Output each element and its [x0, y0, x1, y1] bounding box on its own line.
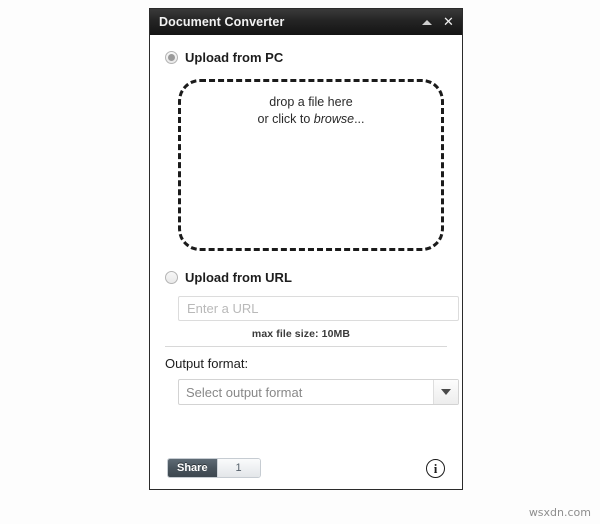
upload-from-url-label: Upload from URL: [185, 269, 292, 285]
collapse-button[interactable]: [420, 16, 433, 29]
output-format-select[interactable]: Select output format: [178, 379, 459, 405]
output-format-value: Select output format: [186, 384, 303, 400]
upload-from-pc-radio[interactable]: [165, 50, 178, 64]
window-body: Upload from PC drop a file here or click…: [150, 35, 462, 489]
watermark: wsxdn.com: [528, 506, 591, 519]
upload-from-pc-option[interactable]: Upload from PC: [165, 47, 447, 67]
share-count: 1: [216, 459, 260, 477]
window-controls: ✕: [420, 16, 455, 29]
output-format-dropdown-button[interactable]: [433, 380, 458, 404]
upload-from-pc-label: Upload from PC: [185, 49, 284, 65]
share-widget[interactable]: Share 1: [167, 458, 261, 478]
dropzone-browse-link[interactable]: browse: [314, 112, 354, 126]
upload-from-url-option[interactable]: Upload from URL: [165, 267, 447, 287]
dropzone-line-2-suffix: ...: [354, 112, 365, 126]
info-icon[interactable]: i: [426, 458, 445, 478]
section-divider: [165, 346, 447, 347]
chevron-down-icon: [441, 389, 451, 395]
upload-from-url-radio[interactable]: [165, 270, 178, 284]
max-file-size-note: max file size: 10MB: [251, 328, 351, 340]
window-footer: Share 1 i: [165, 447, 447, 489]
close-button[interactable]: ✕: [442, 16, 455, 29]
chevron-up-icon: [421, 19, 432, 25]
window-title: Document Converter: [159, 15, 285, 29]
output-format-label: Output format:: [165, 356, 249, 371]
document-converter-window: Document Converter ✕ Upload from PC drop…: [149, 8, 463, 490]
share-button[interactable]: Share: [168, 459, 217, 477]
dropzone-line-1: drop a file here: [269, 95, 353, 109]
close-icon: ✕: [443, 14, 454, 30]
window-titlebar: Document Converter ✕: [150, 9, 462, 35]
dropzone-line-2: or click to browse...: [181, 111, 441, 128]
file-dropzone[interactable]: drop a file here or click to browse...: [178, 79, 444, 251]
url-input[interactable]: [178, 296, 459, 321]
dropzone-line-2-prefix: or click to: [257, 112, 314, 126]
